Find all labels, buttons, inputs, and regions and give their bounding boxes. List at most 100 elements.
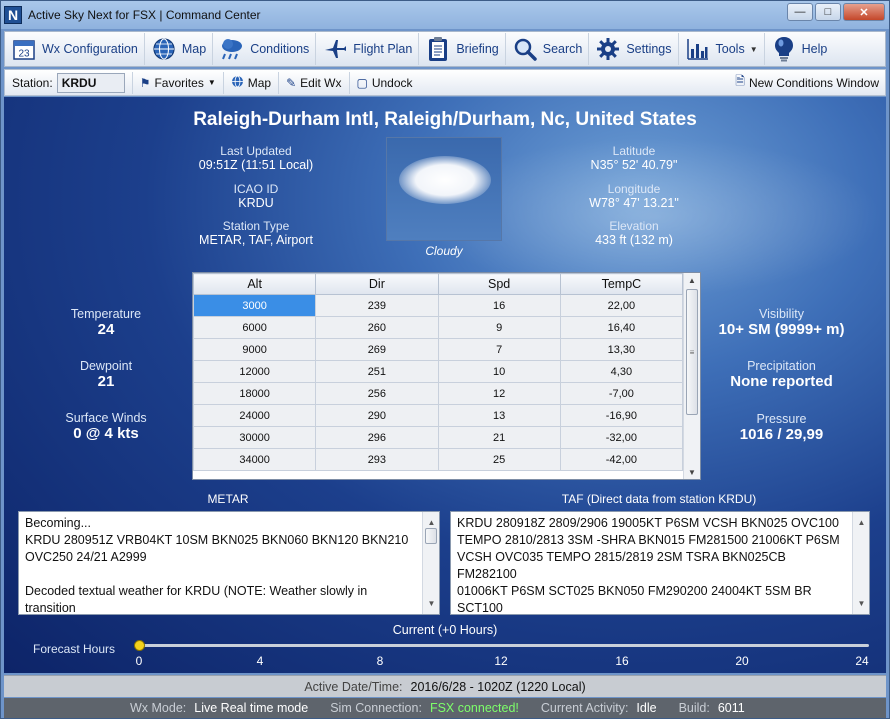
table-cell[interactable]: 260 [315,316,439,339]
table-cell[interactable]: -42,00 [559,448,684,471]
table-cell[interactable]: 293 [315,448,439,471]
scroll-up-icon[interactable]: ▲ [853,514,869,531]
table-cell[interactable]: 290 [315,404,439,427]
scroll-up-icon[interactable]: ▲ [684,273,700,287]
wx-mode-label: Wx Mode: [130,701,187,715]
table-cell[interactable]: 256 [315,382,439,405]
table-cell[interactable]: -16,90 [559,404,684,427]
column-header-dir[interactable]: Dir [315,273,439,295]
help-button[interactable]: Help [765,33,834,65]
table-cell[interactable]: 7 [437,338,561,361]
forecast-tick: 4 [256,654,264,668]
condition-label: Cloudy [425,244,463,258]
pressure-block: Pressure 1016 / 29,99 [694,412,869,443]
table-cell[interactable]: 18000 [192,382,317,405]
station-input[interactable]: KRDU [56,72,125,93]
table-cell[interactable]: 296 [315,426,439,449]
metar-line: Becoming... [25,516,92,530]
taf-title: TAF (Direct data from station KRDU) [561,492,757,506]
table-cell[interactable]: 16,40 [559,316,684,339]
table-cell[interactable]: 9 [437,316,561,339]
table-cell[interactable]: 12 [437,382,561,405]
table-cell[interactable]: 21 [437,426,561,449]
undock-label: Undock [371,75,413,90]
winds-aloft-grid[interactable]: Alt Dir Spd TempC 3000 239 16 22,00 6000 [192,272,701,480]
taf-line: KRDU 280918Z 2809/2906 19005KT P6SM VCSH… [457,516,839,530]
table-cell[interactable]: 4,30 [559,360,684,383]
flight-plan-button[interactable]: Flight Plan [316,33,420,65]
favorites-button[interactable]: ⚑ Favorites ▼ [133,71,224,94]
table-cell[interactable]: 22,00 [559,294,684,317]
table-row[interactable]: 30000 296 21 -32,00 [192,426,684,449]
minimize-button[interactable]: — [787,3,813,21]
column-header-alt[interactable]: Alt [192,273,317,295]
table-cell[interactable]: 24000 [192,404,317,427]
title-bar[interactable]: N Active Sky Next for FSX | Command Cent… [1,1,889,29]
active-date-bar: Active Date/Time: 2016/6/28 - 1020Z (122… [4,675,886,697]
table-row[interactable]: 24000 290 13 -16,90 [192,404,684,427]
edit-wx-button[interactable]: ✎ Edit Wx [279,71,350,94]
metar-textbox[interactable]: Becoming... KRDU 280951Z VRB04KT 10SM BK… [18,511,440,615]
table-row[interactable]: 18000 256 12 -7,00 [192,382,684,405]
grid-scrollbar[interactable]: ▲ ≡ ▼ [683,273,700,479]
scroll-thumb[interactable]: ≡ [686,289,698,415]
new-conditions-window-button[interactable]: 🗎 New Conditions Window [735,72,879,93]
table-row[interactable]: 12000 251 10 4,30 [192,360,684,383]
column-header-tempc[interactable]: TempC [559,273,684,295]
table-cell[interactable]: 25 [437,448,561,471]
status-bar: Wx Mode: Live Real time mode Sim Connect… [4,698,886,718]
table-cell[interactable]: 30000 [192,426,317,449]
table-cell[interactable]: 16 [437,294,561,317]
taf-scrollbar[interactable]: ▲ ▼ [852,512,869,614]
taf-line: SCT100 [457,601,503,615]
dewpoint-label: Dewpoint [79,359,133,373]
globe-icon [151,36,177,62]
settings-button[interactable]: Settings [589,33,679,65]
metar-scrollbar[interactable]: ▲ ▼ [422,512,439,614]
table-cell[interactable]: 12000 [192,360,317,383]
map-button[interactable]: Map [145,33,214,65]
scroll-thumb[interactable] [425,528,437,544]
column-header-spd[interactable]: Spd [437,273,561,295]
undock-button[interactable]: ▢ Undock [350,72,420,94]
briefing-button[interactable]: Briefing [419,33,506,65]
scroll-down-icon[interactable]: ▼ [853,595,869,612]
elevation-value: 433 ft (132 m) [595,233,673,247]
table-cell[interactable]: 34000 [192,448,317,471]
table-cell[interactable]: 269 [315,338,439,361]
forecast-slider-track[interactable] [139,644,869,647]
table-cell[interactable]: 3000 [192,294,317,317]
conditions-button[interactable]: Conditions [213,33,317,65]
table-cell[interactable]: -7,00 [559,382,684,405]
wx-configuration-button[interactable]: 23 Wx Configuration [5,33,145,65]
scroll-down-icon[interactable]: ▼ [684,465,700,479]
tools-menu-button[interactable]: Tools ▼ [679,33,765,65]
search-button[interactable]: Search [506,33,590,65]
table-cell[interactable]: 13 [437,404,561,427]
table-cell[interactable]: 13,30 [559,338,684,361]
table-row[interactable]: 6000 260 9 16,40 [192,316,684,339]
winds-aloft-table: Alt Dir Spd TempC 3000 239 16 22,00 6000 [192,273,684,471]
scroll-down-icon[interactable]: ▼ [423,595,439,612]
last-updated-label: Last Updated [220,144,292,158]
metar-line: OVC250 24/21 A2999 [25,550,147,564]
table-cell[interactable]: -32,00 [559,426,684,449]
longitude-block: Longitude W78° 47' 13.21" [534,182,734,210]
sub-map-button[interactable]: Map [224,71,280,94]
table-cell[interactable]: 239 [315,294,439,317]
wx-mode-value: Live Real time mode [194,701,309,715]
close-button[interactable]: ✕ [843,3,885,21]
metar-title: METAR [207,492,249,506]
table-cell[interactable]: 9000 [192,338,317,361]
taf-textbox[interactable]: KRDU 280918Z 2809/2906 19005KT P6SM VCSH… [450,511,870,615]
table-row[interactable]: 3000 239 16 22,00 [192,294,684,317]
table-row[interactable]: 34000 293 25 -42,00 [192,448,684,471]
table-row[interactable]: 9000 269 7 13,30 [192,338,684,361]
maximize-button[interactable]: □ [815,3,841,21]
station-label: Station: [12,75,53,90]
table-cell[interactable]: 10 [437,360,561,383]
table-cell[interactable]: 6000 [192,316,317,339]
forecast-slider-handle[interactable] [134,640,145,651]
magnifier-icon [512,36,538,62]
table-cell[interactable]: 251 [315,360,439,383]
